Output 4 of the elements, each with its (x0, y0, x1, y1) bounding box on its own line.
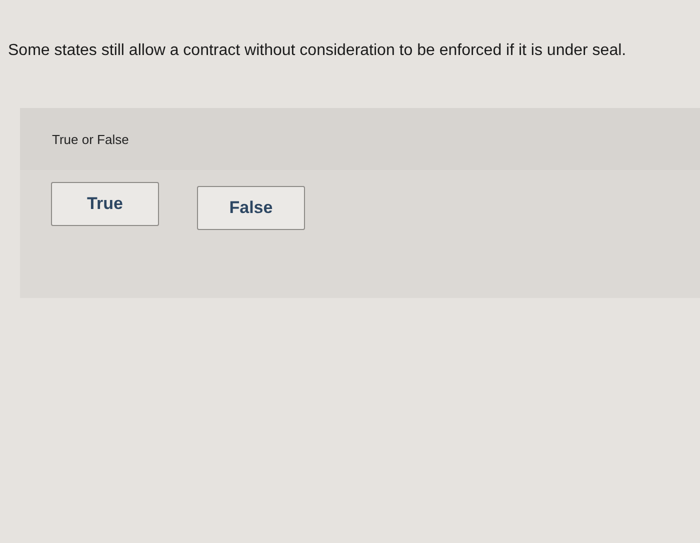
prompt-text: True or False (52, 132, 129, 147)
answer-button[interactable]: False (197, 186, 305, 230)
answer-button[interactable]: True (51, 182, 159, 226)
question-text: Some states still allow a contract without consideration to be enforced if it is under seal. (8, 41, 628, 61)
